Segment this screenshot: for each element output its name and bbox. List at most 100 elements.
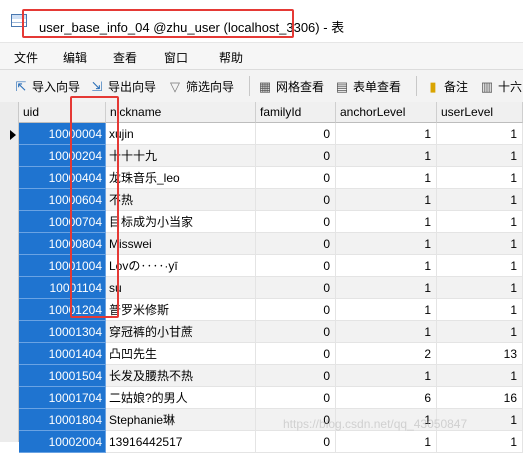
current-row-arrow-icon [10, 130, 16, 140]
memo-icon: ▮ [429, 78, 437, 94]
title-highlight-box [22, 9, 294, 38]
menu-bar: 文件 编辑 查看 窗口 帮助 [0, 42, 523, 69]
cell-anchorlevel[interactable]: 1 [336, 145, 437, 167]
menu-file[interactable]: 文件 [14, 49, 38, 66]
cell-familyid[interactable]: 0 [256, 211, 336, 233]
cell-nickname[interactable]: su [106, 277, 256, 299]
cell-uid[interactable]: 10001504 [19, 365, 106, 387]
cell-anchorlevel[interactable]: 6 [336, 387, 437, 409]
column-header-userlevel[interactable]: userLevel [437, 102, 523, 123]
cell-nickname[interactable]: xujin [106, 123, 256, 145]
cell-nickname[interactable]: Stephanie琳 [106, 409, 256, 431]
cell-nickname[interactable]: 长发及腰热不热 [106, 365, 256, 387]
cell-anchorlevel[interactable]: 1 [336, 277, 437, 299]
cell-userlevel[interactable]: 1 [437, 167, 523, 189]
cell-userlevel[interactable]: 1 [437, 299, 523, 321]
cell-userlevel[interactable]: 1 [437, 365, 523, 387]
cell-familyid[interactable]: 0 [256, 299, 336, 321]
cell-userlevel[interactable]: 1 [437, 233, 523, 255]
cell-anchorlevel[interactable]: 1 [336, 123, 437, 145]
export-wizard-button[interactable]: ⇲ 导出向导 [90, 78, 156, 94]
cell-anchorlevel[interactable]: 1 [336, 211, 437, 233]
watermark: https://blog.csdn.net/qq_43050847 [283, 417, 468, 431]
column-header-nickname[interactable]: nickname [106, 102, 256, 123]
cell-nickname[interactable]: 二姑娘?的男人 [106, 387, 256, 409]
memo-label: 备注 [444, 80, 469, 94]
cell-anchorlevel[interactable]: 1 [336, 321, 437, 343]
export-icon: ⇲ [91, 78, 103, 94]
cell-familyid[interactable]: 0 [256, 145, 336, 167]
table-row[interactable]: 10001504 长发及腰热不热 0 1 1 [19, 365, 523, 387]
cell-nickname[interactable]: 普罗米修斯 [106, 299, 256, 321]
import-wizard-button[interactable]: ⇱ 导入向导 [14, 78, 80, 94]
cell-familyid[interactable]: 0 [256, 321, 336, 343]
cell-familyid[interactable]: 0 [256, 233, 336, 255]
cell-familyid[interactable]: 0 [256, 123, 336, 145]
menu-window[interactable]: 窗口 [164, 49, 188, 66]
cell-userlevel[interactable]: 1 [437, 277, 523, 299]
cell-familyid[interactable]: 0 [256, 387, 336, 409]
cell-uid[interactable]: 10001404 [19, 343, 106, 365]
cell-uid[interactable]: 10001804 [19, 409, 106, 431]
title-bar: user_base_info_04 @zhu_user (localhost_3… [0, 0, 523, 42]
cell-nickname[interactable]: 目标成为小当家 [106, 211, 256, 233]
cell-nickname[interactable]: 不热 [106, 189, 256, 211]
cell-anchorlevel[interactable]: 1 [336, 299, 437, 321]
cell-userlevel[interactable]: 16 [437, 387, 523, 409]
cell-anchorlevel[interactable]: 2 [336, 343, 437, 365]
column-header-familyid[interactable]: familyId [256, 102, 336, 123]
form-icon: ▤ [335, 78, 349, 94]
import-icon: ⇱ [15, 78, 27, 94]
cell-userlevel[interactable]: 1 [437, 431, 523, 453]
cell-userlevel[interactable]: 1 [437, 145, 523, 167]
cell-nickname[interactable]: 穿冠裤的小甘蔗 [106, 321, 256, 343]
cell-nickname[interactable]: 13916442517 [106, 431, 256, 453]
menu-edit[interactable]: 编辑 [63, 49, 87, 66]
toolbar-separator [249, 76, 250, 96]
cell-familyid[interactable]: 0 [256, 255, 336, 277]
cell-userlevel[interactable]: 13 [437, 343, 523, 365]
cell-nickname[interactable]: 龙珠音乐_leo [106, 167, 256, 189]
table-row[interactable]: 10001704 二姑娘?的男人 0 6 16 [19, 387, 523, 409]
cell-uid[interactable]: 10001704 [19, 387, 106, 409]
form-view-button[interactable]: ▤ 表单查看 [335, 78, 401, 94]
table-row[interactable]: 10001404 凸凹先生 0 2 13 [19, 343, 523, 365]
cell-anchorlevel[interactable]: 1 [336, 233, 437, 255]
cell-anchorlevel[interactable]: 1 [336, 255, 437, 277]
column-header-anchorlevel[interactable]: anchorLevel [336, 102, 437, 123]
cell-familyid[interactable]: 0 [256, 365, 336, 387]
hex-label: 十六 [498, 80, 523, 94]
toolbar-separator [416, 76, 417, 96]
hex-button[interactable]: ▥ 十六 [480, 78, 522, 94]
cell-nickname[interactable]: Lovの‥‥·yī [106, 255, 256, 277]
cell-userlevel[interactable]: 1 [437, 123, 523, 145]
row-selector-column [0, 102, 19, 442]
cell-nickname[interactable]: 十十十九 [106, 145, 256, 167]
table-row[interactable]: 10001304 穿冠裤的小甘蔗 0 1 1 [19, 321, 523, 343]
cell-familyid[interactable]: 0 [256, 343, 336, 365]
cell-userlevel[interactable]: 1 [437, 211, 523, 233]
cell-nickname[interactable]: Misswei [106, 233, 256, 255]
cell-anchorlevel[interactable]: 1 [336, 431, 437, 453]
cell-anchorlevel[interactable]: 1 [336, 189, 437, 211]
cell-userlevel[interactable]: 1 [437, 189, 523, 211]
cell-nickname[interactable]: 凸凹先生 [106, 343, 256, 365]
cell-anchorlevel[interactable]: 1 [336, 167, 437, 189]
form-view-label: 表单查看 [353, 80, 402, 94]
cell-userlevel[interactable]: 1 [437, 255, 523, 277]
cell-userlevel[interactable]: 1 [437, 321, 523, 343]
uid-column-highlight-box [70, 96, 119, 318]
menu-help[interactable]: 帮助 [219, 49, 243, 66]
cell-uid[interactable]: 10002004 [19, 431, 106, 453]
table-row[interactable]: 10002004 13916442517 0 1 1 [19, 431, 523, 453]
cell-uid[interactable]: 10001304 [19, 321, 106, 343]
grid-view-button[interactable]: ▦ 网格查看 [258, 78, 324, 94]
cell-anchorlevel[interactable]: 1 [336, 365, 437, 387]
filter-wizard-button[interactable]: ▽ 筛选向导 [168, 78, 234, 94]
cell-familyid[interactable]: 0 [256, 431, 336, 453]
cell-familyid[interactable]: 0 [256, 167, 336, 189]
memo-button[interactable]: ▮ 备注 [426, 78, 468, 94]
cell-familyid[interactable]: 0 [256, 189, 336, 211]
menu-view[interactable]: 查看 [113, 49, 137, 66]
cell-familyid[interactable]: 0 [256, 277, 336, 299]
